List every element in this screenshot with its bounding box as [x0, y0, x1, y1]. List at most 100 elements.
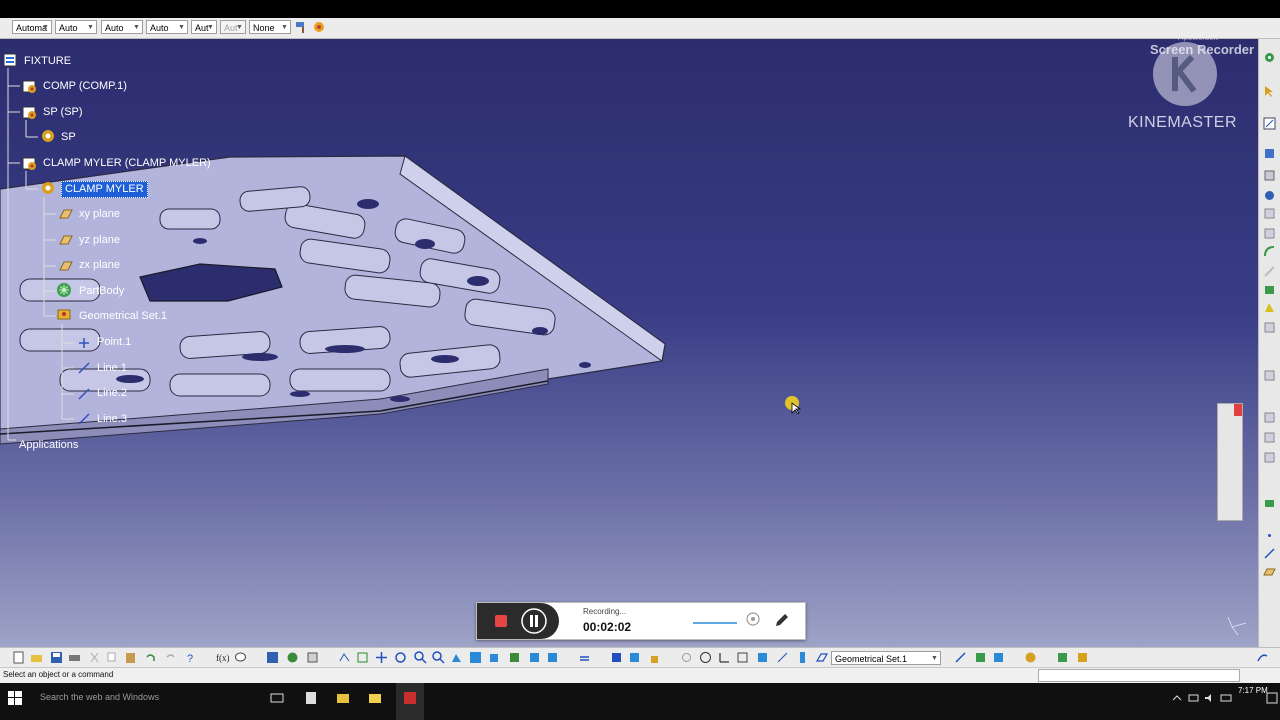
surface-icon[interactable] — [974, 651, 987, 664]
pan-icon[interactable] — [375, 651, 388, 664]
hole-icon[interactable] — [1263, 207, 1276, 220]
cut-icon[interactable] — [88, 651, 101, 664]
point-tool-icon[interactable] — [1263, 529, 1276, 542]
ruler-icon[interactable] — [796, 651, 809, 664]
globe-icon[interactable] — [699, 651, 712, 664]
paste-icon[interactable] — [124, 651, 137, 664]
volume-icon[interactable] — [1204, 693, 1214, 703]
windows-start-icon[interactable] — [8, 691, 22, 705]
line-icon[interactable] — [76, 386, 92, 402]
save-icon[interactable] — [50, 651, 63, 664]
line-weight-combo[interactable]: Auto ▼ — [101, 20, 143, 34]
gear-icon[interactable] — [1263, 51, 1276, 64]
tree-node-line-2[interactable]: Line.2 — [97, 386, 127, 401]
plane-icon[interactable] — [58, 232, 74, 248]
normal-view-icon[interactable] — [450, 651, 463, 664]
measure-icon[interactable] — [1263, 497, 1276, 510]
axis-icon[interactable] — [718, 651, 731, 664]
pencil-icon[interactable] — [773, 611, 791, 629]
open-folder-icon[interactable] — [30, 651, 43, 664]
plane-icon[interactable] — [58, 206, 74, 222]
pattern-icon[interactable] — [1263, 431, 1276, 444]
task-view-icon[interactable] — [270, 691, 284, 705]
rotate-icon[interactable] — [394, 651, 407, 664]
comment-icon[interactable] — [234, 651, 247, 664]
sketch-icon[interactable] — [1263, 117, 1276, 130]
tree-node-clamp-myler-selected[interactable]: CLAMP MYLER — [61, 181, 148, 198]
audio-level-slider[interactable] — [691, 613, 743, 629]
compass-icon[interactable] — [1227, 616, 1247, 636]
tree-node-partbody[interactable]: PartBody — [79, 284, 124, 299]
publication-icon[interactable] — [628, 651, 641, 664]
tree-node-point-1[interactable]: Point.1 — [97, 335, 131, 350]
stop-record-button[interactable] — [489, 610, 513, 632]
keyboard-icon[interactable] — [1220, 693, 1232, 703]
catalog-icon[interactable] — [286, 651, 299, 664]
command-input[interactable] — [1038, 669, 1240, 682]
new-file-icon[interactable] — [12, 651, 25, 664]
swap-visible-icon[interactable] — [546, 651, 559, 664]
tree-node-sp[interactable]: SP — [61, 130, 76, 145]
folder-icon[interactable] — [368, 691, 382, 705]
grid-icon[interactable] — [736, 651, 749, 664]
body-icon[interactable] — [56, 282, 72, 298]
layer-combo[interactable]: None ▼ — [249, 20, 291, 34]
line-tool-icon[interactable] — [1263, 547, 1276, 560]
geometrical-set-combo[interactable]: Geometrical Set.1 ▼ — [831, 651, 941, 665]
tools-icon[interactable] — [1076, 651, 1089, 664]
floating-toolbar[interactable] — [1217, 403, 1243, 521]
plane-icon[interactable] — [58, 258, 74, 274]
calculator-icon[interactable] — [304, 691, 318, 705]
fly-mode-icon[interactable] — [338, 651, 351, 664]
tree-node-sp-instance[interactable]: SP (SP) — [43, 105, 83, 120]
taskbar-search-input[interactable]: Search the web and Windows — [40, 692, 159, 702]
shaft-icon[interactable] — [1263, 189, 1276, 202]
point-icon[interactable] — [76, 335, 92, 351]
work-object-icon[interactable] — [815, 651, 828, 664]
knowledge-icon[interactable] — [1024, 651, 1037, 664]
chamfer-icon[interactable] — [1263, 265, 1276, 278]
shell-icon[interactable] — [1263, 321, 1276, 334]
constraint-icon[interactable] — [610, 651, 623, 664]
zoom-out-icon[interactable] — [432, 651, 445, 664]
part-instance-icon[interactable] — [22, 78, 38, 94]
wireframe-icon[interactable] — [992, 651, 1005, 664]
tree-node-xy-plane[interactable]: xy plane — [79, 207, 120, 222]
line-type-combo[interactable]: Auto ▼ — [146, 20, 188, 34]
line-icon[interactable] — [76, 411, 92, 427]
fillet-icon[interactable] — [1263, 245, 1276, 258]
fit-all-icon[interactable] — [356, 651, 369, 664]
print-icon[interactable] — [68, 651, 81, 664]
webcam-icon[interactable] — [745, 611, 761, 629]
pad-icon[interactable] — [1263, 147, 1276, 160]
undo-icon[interactable] — [144, 651, 157, 664]
geometrical-set-icon[interactable] — [56, 306, 72, 322]
update-icon[interactable] — [578, 651, 591, 664]
part-icon[interactable] — [40, 180, 56, 196]
pocket-icon[interactable] — [1263, 169, 1276, 182]
part-instance-icon[interactable] — [22, 104, 38, 120]
lock-icon[interactable] — [648, 651, 661, 664]
analysis-icon[interactable] — [1056, 651, 1069, 664]
redo-icon[interactable] — [164, 651, 177, 664]
pause-button[interactable] — [521, 608, 547, 634]
sketch-tool-icon[interactable] — [954, 651, 967, 664]
measure-item-icon[interactable] — [776, 651, 789, 664]
chevron-up-icon[interactable] — [1172, 693, 1182, 703]
chain-icon[interactable] — [680, 651, 693, 664]
tree-node-applications[interactable]: Applications — [19, 438, 78, 453]
solid-icon[interactable] — [1263, 283, 1276, 296]
formula-icon[interactable]: f(x) — [216, 651, 229, 664]
line-icon[interactable] — [76, 360, 92, 376]
file-explorer-icon[interactable] — [336, 691, 350, 705]
format-painter-icon[interactable] — [294, 20, 308, 34]
tree-node-comp[interactable]: COMP (COMP.1) — [43, 79, 127, 94]
tree-node-line-3[interactable]: Line.3 — [97, 412, 127, 427]
battery-icon[interactable] — [1188, 693, 1200, 703]
plane-tool-icon[interactable] — [1263, 565, 1276, 578]
zoom-in-icon[interactable] — [414, 651, 427, 664]
multi-view-icon[interactable] — [469, 651, 482, 664]
fill-color-combo[interactable]: Automa ▼ — [12, 20, 52, 34]
draft-icon[interactable] — [1263, 301, 1276, 314]
rib-icon[interactable] — [1263, 227, 1276, 240]
